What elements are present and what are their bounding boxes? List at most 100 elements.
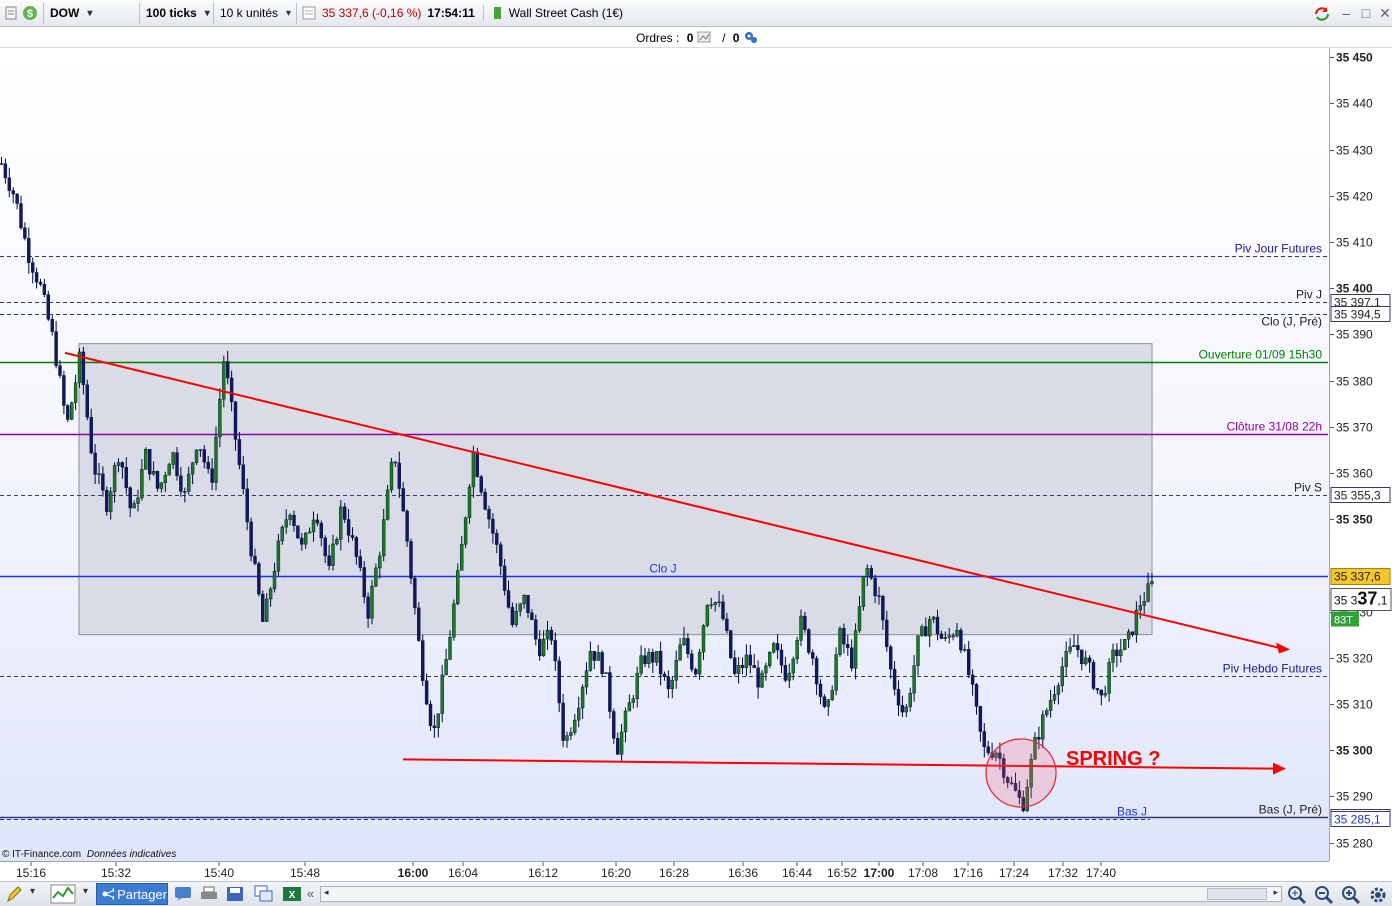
candle-body <box>218 399 222 438</box>
candle-body <box>69 402 74 420</box>
candle-body <box>904 706 908 713</box>
candle-body <box>967 649 971 676</box>
scroll-left-icon[interactable]: ◂ <box>324 887 329 898</box>
y-tick-label-16: 35 280 <box>1336 837 1373 851</box>
save-icon[interactable] <box>226 886 244 902</box>
price-tag-5: 35 355,3 <box>1330 487 1391 503</box>
candle-body <box>787 672 791 681</box>
x-tick-label-14: 17:16 <box>953 866 983 880</box>
y-tick-label-10: 35 350 <box>1336 513 1373 527</box>
candle-body <box>1072 645 1076 647</box>
candle-body <box>647 652 651 664</box>
candle-body <box>651 652 655 663</box>
ref-label-4: Clôture 31/08 22h <box>1227 420 1322 434</box>
candle-body <box>1083 657 1088 665</box>
disclaimer-text: Données indicatives <box>86 849 177 860</box>
zoom-in-icon[interactable] <box>1341 885 1361 905</box>
candle-body <box>678 644 682 661</box>
candle-body <box>452 603 456 638</box>
dollar-icon[interactable]: $ <box>22 4 38 22</box>
price-chart[interactable]: Piv Jour Futures Piv J Clo (J, Pré) Ouvertu… <box>0 48 1329 861</box>
share-button[interactable]: Partager <box>96 883 168 905</box>
candle-body <box>604 672 608 674</box>
horizontal-scrollbar[interactable]: ◂ ▸ <box>320 886 1282 902</box>
orders-settings-icon[interactable] <box>743 30 759 44</box>
candle-body <box>643 655 647 664</box>
candle-body <box>401 488 405 512</box>
minimize-icon[interactable]: – <box>1337 4 1355 22</box>
zoom-fit-icon[interactable] <box>1287 885 1307 905</box>
pencil-icon[interactable] <box>4 885 26 903</box>
candle-body <box>432 725 437 728</box>
candle-body <box>448 637 452 660</box>
candle-body <box>889 646 893 670</box>
y-tick-label-6: 35 390 <box>1336 328 1373 342</box>
collapse-icon[interactable]: « <box>307 886 314 901</box>
quote-time: 17:54:11 <box>427 6 475 20</box>
close-icon[interactable]: ✕ <box>1376 4 1392 22</box>
scroll-right-icon[interactable]: ▸ <box>1273 887 1278 898</box>
settings-icon[interactable] <box>1368 885 1388 905</box>
ref-label-1: Piv J <box>1296 288 1322 302</box>
candle-body <box>818 683 823 697</box>
candle-body <box>565 735 569 741</box>
candle-body <box>768 652 772 666</box>
chat-icon[interactable] <box>174 886 192 902</box>
candle-body <box>15 193 19 204</box>
x-tick-label-10: 16:44 <box>782 866 812 880</box>
bottom-toolbar: ▾ ▾ Partager X « ◂ ▸ <box>0 881 1392 906</box>
x-tick-label-1: 15:32 <box>101 866 131 880</box>
candle-body <box>850 647 854 669</box>
instrument-search-icon[interactable] <box>4 5 18 21</box>
orders-bar: Ordres : 0 / 0 <box>0 27 1392 48</box>
scrollbar-thumb[interactable] <box>1207 888 1267 900</box>
orders-chart-icon[interactable] <box>697 31 711 43</box>
candle-body <box>253 555 257 564</box>
candle-body <box>417 607 421 641</box>
excel-icon[interactable]: X <box>282 885 302 903</box>
x-tick-label-16: 17:32 <box>1048 866 1078 880</box>
candle-body <box>631 698 635 703</box>
candle-body <box>705 604 710 626</box>
candle-body <box>1087 657 1092 663</box>
candle-body <box>296 525 300 539</box>
candle-body <box>725 618 729 631</box>
maximize-icon[interactable]: □ <box>1357 4 1375 22</box>
candle-body <box>284 519 288 528</box>
window-icon[interactable] <box>254 885 274 903</box>
candle-body <box>639 655 643 674</box>
candle-body <box>822 696 827 707</box>
candle-body <box>467 486 472 519</box>
candle-body <box>393 461 398 464</box>
quote-area: 35 337,6 (-0,16 %) 17:54:11 Wall Street … <box>297 3 629 24</box>
candle-body <box>421 640 425 681</box>
print-icon[interactable] <box>200 886 218 902</box>
draw-dropdown-icon[interactable]: ▾ <box>30 886 35 897</box>
candle-body <box>842 628 846 645</box>
last-price-big: 37 <box>1357 589 1377 609</box>
toolbar-icons: $ <box>0 2 44 24</box>
price-axis[interactable]: 35 397,135 394,535 355,335 285,635 285,1… <box>1329 48 1392 861</box>
orders-count-a: 0 <box>686 31 694 45</box>
candle-body <box>354 537 359 557</box>
instrument-select[interactable]: DOW <box>44 2 140 24</box>
refresh-icon[interactable] <box>1312 4 1330 22</box>
chart-plot-area[interactable]: Piv Jour Futures Piv J Clo (J, Pré) Ouvertu… <box>0 48 1329 861</box>
trendline-arrow-head <box>1276 642 1290 654</box>
zoom-out-icon[interactable] <box>1314 885 1334 905</box>
candle-body <box>335 539 339 545</box>
candle-body <box>869 568 873 579</box>
x-tick-label-0: 15:16 <box>16 866 46 880</box>
candle-body <box>3 163 8 179</box>
candle-body <box>1068 646 1072 652</box>
ticks-select[interactable]: 100 ticks <box>140 2 214 24</box>
candle-body <box>709 604 713 606</box>
quote-value: 35 337,6 (-0,16 %) <box>322 6 422 20</box>
time-axis[interactable]: 15:16 15:32 15:40 15:48 16:00 16:04 16:12 16:20… <box>0 861 1329 881</box>
units-select[interactable]: 10 k unités <box>214 2 297 24</box>
orders-label: Ordres : <box>636 31 680 45</box>
candle-body <box>861 576 866 607</box>
candle-body <box>175 452 179 477</box>
indicators-dropdown-icon[interactable]: ▾ <box>83 886 88 897</box>
indicators-icon[interactable] <box>50 884 76 904</box>
